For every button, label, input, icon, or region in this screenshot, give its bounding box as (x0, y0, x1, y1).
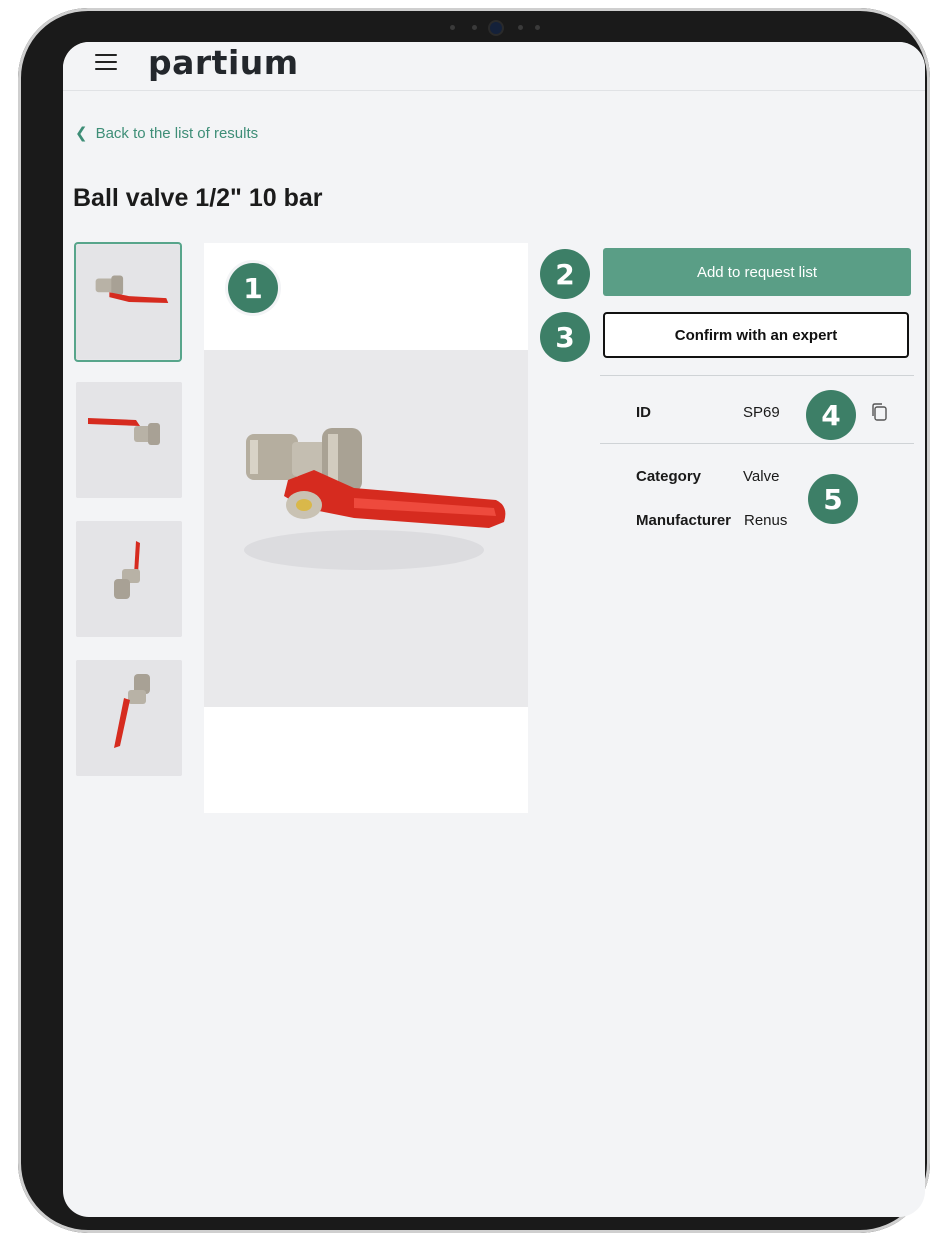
thumbnail-2[interactable] (76, 382, 182, 498)
manufacturer-label: Manufacturer (636, 512, 732, 529)
add-to-request-list-button[interactable]: Add to request list (603, 248, 911, 296)
app-screen: partium ❮ Back to the list of results Bal… (63, 42, 925, 1217)
hamburger-menu-icon[interactable] (95, 54, 117, 72)
annotation-badge: 3 (540, 312, 590, 362)
id-label: ID (636, 404, 651, 421)
category-value: Valve (743, 468, 780, 485)
annotation-badge: 5 (808, 474, 858, 524)
back-link-label: Back to the list of results (95, 125, 259, 142)
annotation-badge: 4 (806, 390, 856, 440)
category-label: Category (636, 468, 702, 485)
confirm-with-expert-button[interactable]: Confirm with an expert (603, 312, 909, 358)
thumbnail-3[interactable] (76, 521, 182, 637)
brand-logo: partium (148, 43, 299, 82)
product-title: Ball valve 1/2" 10 bar (73, 184, 323, 212)
thumbnail-4[interactable] (76, 660, 182, 776)
thumbnail-1[interactable] (76, 244, 180, 360)
tablet-frame: partium ❮ Back to the list of results Bal… (18, 8, 930, 1233)
annotation-badge: 1 (228, 263, 278, 313)
top-bar: partium (63, 42, 925, 91)
copy-icon[interactable] (869, 402, 889, 422)
id-value: SP69 (743, 404, 780, 421)
chevron-left-icon: ❮ (75, 125, 88, 142)
main-product-image[interactable] (204, 243, 528, 813)
annotation-badge: 2 (540, 249, 590, 299)
ball-valve-photo (204, 350, 528, 707)
divider (600, 443, 914, 444)
manufacturer-value: Renus (744, 512, 788, 529)
camera-bar (428, 22, 548, 34)
back-to-results-link[interactable]: ❮ Back to the list of results (75, 124, 258, 142)
divider (600, 375, 914, 376)
